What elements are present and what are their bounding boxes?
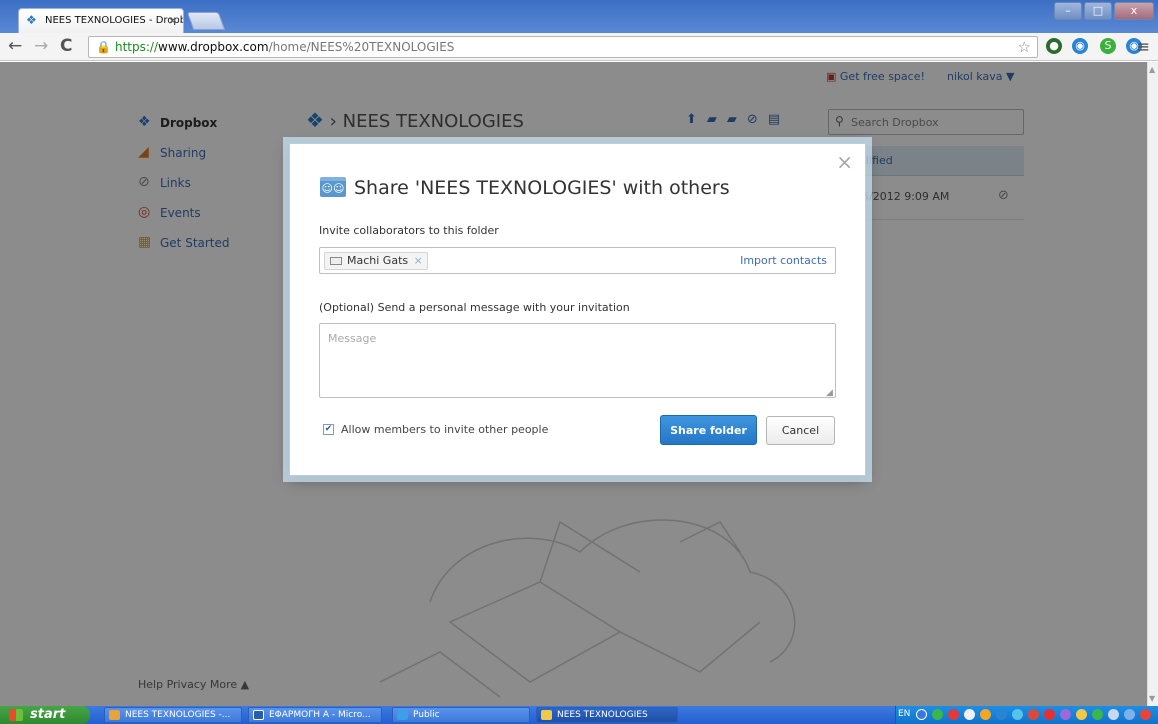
url-path: /home/NEES%20TEXNOLOGIES	[268, 40, 455, 54]
invite-collaborators-field[interactable]: Machi Gats × Import contacts	[319, 247, 836, 274]
skype-extension-icon[interactable]: S	[1100, 38, 1116, 54]
chrome-icon	[109, 710, 120, 720]
tray-icon[interactable]	[948, 709, 959, 720]
shared-folder-icon: ☺☺	[320, 177, 346, 197]
windows-logo-icon	[9, 709, 23, 721]
tray-icon[interactable]	[1124, 709, 1135, 720]
browser-tab[interactable]: ❖ NEES TEXNOLOGIES - Dropb ×	[18, 8, 184, 33]
taskbar-item-folder[interactable]: NEES TEXNOLOGIES	[536, 707, 678, 723]
tray-icon[interactable]	[1108, 709, 1119, 720]
allow-invite-checkbox[interactable]: ✔	[323, 424, 334, 435]
tray-icon[interactable]	[996, 709, 1007, 720]
browser-toolbar: ← → C 🔒 https://www.dropbox.com/home/NEE…	[0, 33, 1158, 61]
browser-title-bar: ❖ NEES TEXNOLOGIES - Dropb × – □ x	[0, 0, 1158, 33]
language-indicator[interactable]: EN	[898, 709, 910, 719]
folder-icon	[541, 710, 552, 720]
cancel-button[interactable]: Cancel	[766, 416, 835, 445]
word-icon	[253, 710, 264, 720]
taskbar-item-word[interactable]: ΕΦΑΡΜΟΓΗ Α - Micro...	[248, 707, 382, 723]
share-folder-button[interactable]: Share folder	[660, 415, 757, 445]
tray-icon[interactable]	[1092, 709, 1103, 720]
tray-icon[interactable]	[916, 709, 927, 720]
envelope-icon	[330, 257, 342, 265]
close-icon[interactable]: ×	[836, 152, 853, 172]
close-window-button[interactable]: x	[1114, 2, 1154, 20]
address-bar[interactable]: 🔒 https://www.dropbox.com/home/NEES%20TE…	[88, 36, 1038, 58]
invite-label: Invite collaborators to this folder	[319, 224, 499, 237]
system-tray: EN	[895, 706, 1158, 724]
share-folder-dialog: × ☺☺ Share 'NEES TEXNOLOGIES' with other…	[289, 143, 866, 476]
url-scheme: https://	[115, 40, 159, 54]
taskbar: start NEES TEXNOLOGIES -... ΕΦΑΡΜΟΓΗ Α -…	[0, 706, 1158, 724]
resize-grip-icon[interactable]: ◢	[826, 388, 833, 398]
tray-icon[interactable]	[1076, 709, 1087, 720]
back-arrow-icon[interactable]: ←	[8, 37, 22, 55]
tray-icon[interactable]	[1012, 709, 1023, 720]
browser-menu-icon[interactable]: ≡	[1137, 37, 1150, 56]
minimize-button[interactable]: –	[1054, 2, 1082, 20]
import-contacts-link[interactable]: Import contacts	[740, 254, 827, 267]
tray-icon[interactable]	[1140, 709, 1151, 720]
maximize-button[interactable]: □	[1084, 2, 1112, 20]
globe-extension-icon[interactable]: ●	[1046, 38, 1062, 54]
page-scrollbar[interactable]: ▲ ▼	[1147, 62, 1158, 706]
scroll-down-icon[interactable]: ▼	[1149, 694, 1155, 703]
message-label: (Optional) Send a personal message with …	[319, 301, 630, 314]
url-host: www.dropbox.com	[158, 40, 269, 54]
scroll-up-icon[interactable]: ▲	[1149, 65, 1155, 74]
tray-icon[interactable]	[1060, 709, 1071, 720]
taskbar-item-browser[interactable]: NEES TEXNOLOGIES -...	[104, 707, 242, 723]
reload-icon[interactable]: C	[60, 37, 72, 55]
invitee-chip[interactable]: Machi Gats ×	[324, 252, 428, 270]
allow-invite-label[interactable]: Allow members to invite other people	[341, 423, 548, 436]
taskbar-item-public[interactable]: Public	[392, 707, 530, 723]
dropbox-favicon-icon: ❖	[26, 13, 37, 27]
tab-close-icon[interactable]: ×	[168, 14, 177, 27]
forward-arrow-icon[interactable]: →	[34, 37, 48, 55]
tray-icon[interactable]	[1028, 709, 1039, 720]
message-field[interactable]	[319, 323, 836, 398]
extension-icon[interactable]: ◉	[1072, 38, 1088, 54]
tray-icon[interactable]	[1044, 709, 1055, 720]
dialog-title: ☺☺ Share 'NEES TEXNOLOGIES' with others	[320, 177, 730, 199]
tray-icon[interactable]	[964, 709, 975, 720]
tray-icon[interactable]	[980, 709, 991, 720]
bookmark-star-icon[interactable]: ☆	[1018, 38, 1031, 56]
remove-invitee-icon[interactable]: ×	[414, 254, 423, 267]
new-tab-button[interactable]	[186, 12, 226, 30]
tray-icon[interactable]	[932, 709, 943, 720]
window-controls: – □ x	[1054, 2, 1154, 20]
folder-icon	[397, 710, 408, 720]
lock-icon: 🔒	[96, 40, 111, 54]
tab-title: NEES TEXNOLOGIES - Dropb	[45, 15, 184, 26]
start-button[interactable]: start	[0, 706, 90, 724]
